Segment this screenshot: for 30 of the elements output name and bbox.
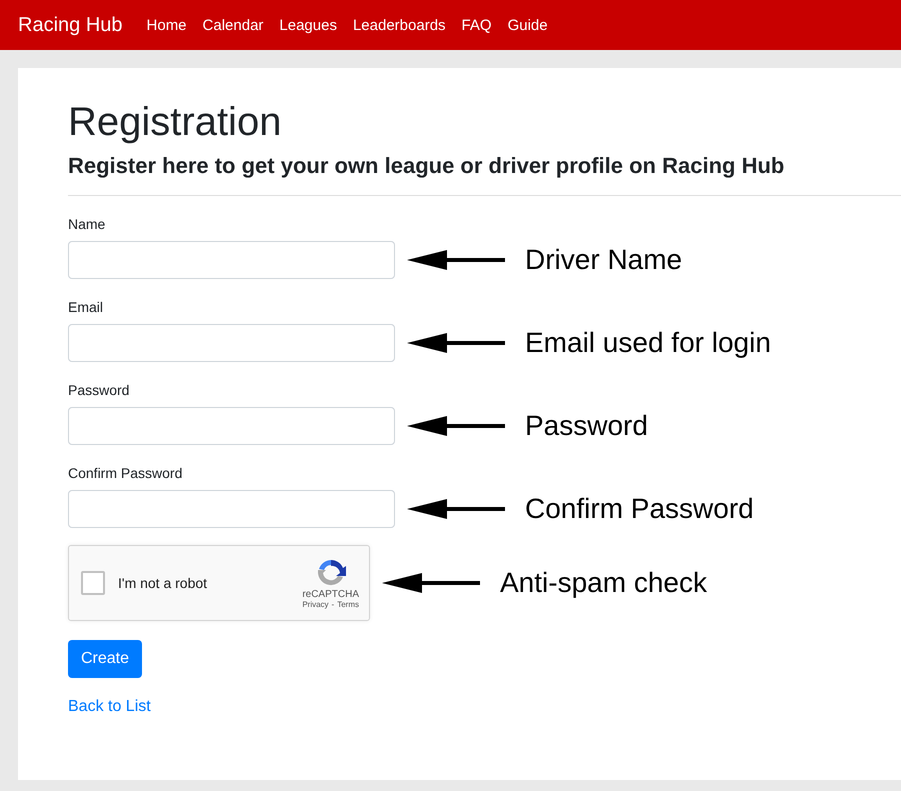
nav-link[interactable]: FAQ — [462, 16, 492, 34]
nav-link[interactable]: Home — [146, 16, 187, 34]
brand-link[interactable]: Racing Hub — [18, 14, 123, 36]
nav-link[interactable]: Guide — [508, 16, 548, 34]
create-button[interactable]: Create — [68, 640, 142, 678]
field-label: Password — [68, 382, 130, 398]
back-link[interactable]: Back to List — [68, 698, 151, 716]
recaptcha-label: reCAPTCHA — [302, 588, 359, 600]
separator-text: - — [332, 600, 334, 609]
input-field[interactable] — [68, 240, 395, 279]
page-subtitle: Register here to get your own league or driver profile on Racing Hub — [68, 152, 784, 180]
annotation-text: Anti-spam check — [500, 566, 707, 599]
nav-link[interactable]: Calendar — [202, 16, 264, 34]
input-field[interactable] — [68, 490, 395, 528]
terms-link[interactable]: Terms — [337, 600, 359, 609]
field-label: Confirm Password — [68, 464, 182, 481]
checkbox-label: I'm not a robot — [118, 574, 208, 591]
annotation-text: Password — [525, 410, 648, 442]
field-label: Email — [68, 298, 104, 315]
annotation-text: Driver Name — [525, 244, 682, 276]
nav-link[interactable]: Leagues — [279, 16, 337, 34]
checkbox[interactable] — [81, 570, 105, 595]
input-field[interactable] — [68, 324, 395, 362]
page-title: Registration — [68, 99, 282, 146]
input-field[interactable] — [68, 406, 395, 445]
field-label: Name — [68, 216, 106, 232]
privacy-link[interactable]: Privacy — [302, 600, 329, 609]
nav-link[interactable]: Leaderboards — [352, 16, 446, 34]
annotation-text: Email used for login — [525, 326, 771, 359]
annotation-text: Confirm Password — [525, 492, 754, 525]
